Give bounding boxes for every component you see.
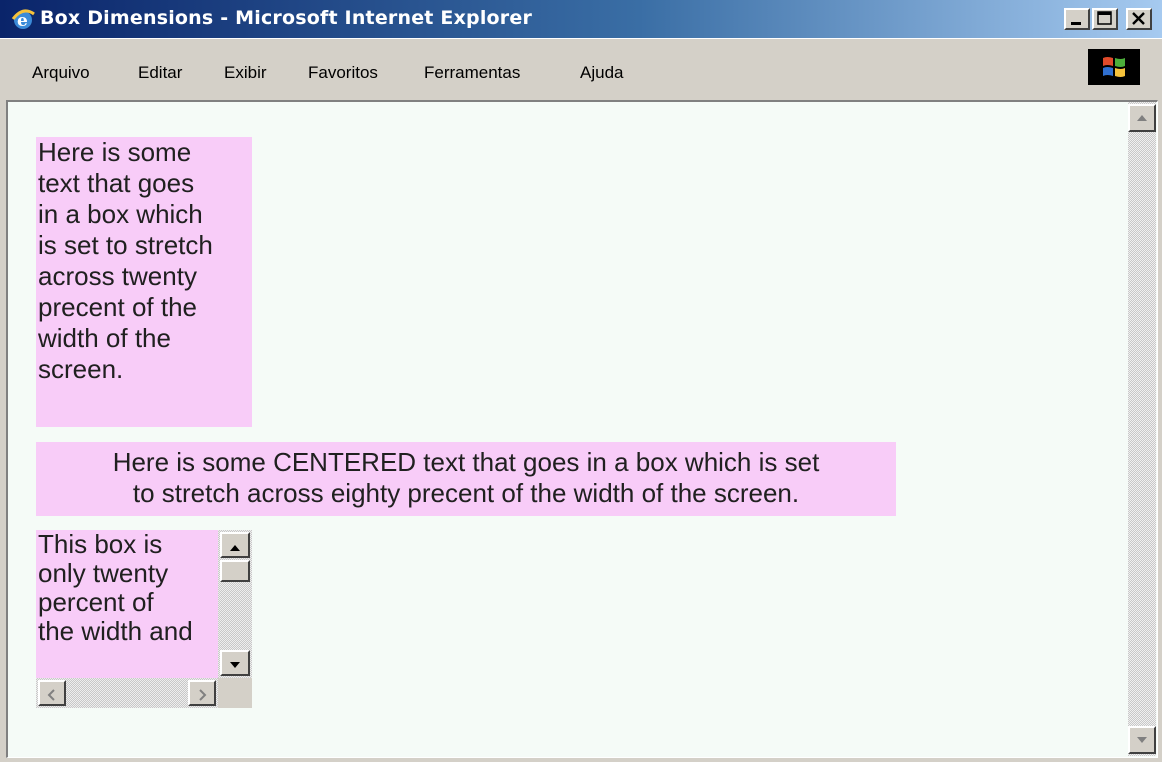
browser-viewport: Here is some text that goes in a box whi… — [6, 100, 1158, 758]
text-line: is set to stretch — [38, 230, 213, 260]
menu-favoritos[interactable]: Favoritos — [308, 63, 378, 83]
arrow-down-icon — [230, 662, 240, 668]
box-vertical-scrollbar[interactable] — [218, 530, 252, 678]
maximize-icon — [1097, 11, 1112, 25]
text-line: screen. — [38, 354, 124, 384]
windows-logo-icon — [1088, 49, 1140, 85]
menu-ajuda[interactable]: Ajuda — [580, 63, 623, 83]
minimize-button[interactable] — [1064, 8, 1090, 30]
text-line: only twenty — [38, 558, 169, 588]
menu-exibir[interactable]: Exibir — [224, 63, 267, 83]
title-bar[interactable]: e Box Dimensions - Microsoft Internet Ex… — [0, 0, 1162, 38]
close-button[interactable] — [1126, 8, 1152, 30]
text-line: width of the — [38, 323, 171, 353]
text-line: percent of — [38, 587, 154, 617]
box-scroll-down-button[interactable] — [220, 650, 250, 676]
text-line: text that goes — [38, 168, 195, 198]
eighty-percent-centered-box: Here is some CENTERED text that goes in … — [36, 442, 896, 516]
menu-ferramentas[interactable]: Ferramentas — [424, 63, 520, 83]
menu-arquivo[interactable]: Arquivo — [32, 63, 90, 83]
menu-editar[interactable]: Editar — [138, 63, 182, 83]
maximize-button[interactable] — [1092, 8, 1118, 30]
text-line: Here is some — [38, 137, 192, 167]
text-line: precent of the — [38, 292, 197, 322]
box-scroll-left-button[interactable] — [38, 680, 66, 706]
text-line: to stretch across eighty precent of the … — [132, 478, 800, 508]
arrow-right-icon — [199, 689, 207, 701]
box-horizontal-scrollbar[interactable] — [36, 678, 218, 708]
ie-icon: e — [11, 9, 35, 31]
scroll-box-text: This box is only twenty percent of the w… — [38, 530, 218, 646]
window-title: Box Dimensions - Microsoft Internet Expl… — [40, 7, 533, 29]
close-icon — [1132, 12, 1145, 25]
text-line: Here is some CENTERED text that goes in … — [112, 447, 820, 477]
page-scroll-down-button[interactable] — [1128, 726, 1156, 754]
box-scroll-up-button[interactable] — [220, 532, 250, 558]
menu-bar: Arquivo Editar Exibir Favoritos Ferramen… — [0, 38, 1162, 98]
arrow-left-icon — [47, 689, 55, 701]
text-line: in a box which — [38, 199, 203, 229]
box-scroll-thumb[interactable] — [220, 560, 250, 582]
arrow-down-icon — [1137, 737, 1147, 743]
arrow-up-icon — [1137, 115, 1147, 121]
scrolling-box[interactable]: This box is only twenty percent of the w… — [36, 530, 252, 708]
scrollbar-corner — [218, 678, 252, 708]
box-scroll-right-button[interactable] — [188, 680, 216, 706]
page-vertical-scrollbar[interactable] — [1128, 102, 1156, 756]
page-scroll-up-button[interactable] — [1128, 104, 1156, 132]
minimize-icon — [1071, 22, 1081, 25]
text-line: across twenty — [38, 261, 197, 291]
twenty-percent-box: Here is some text that goes in a box whi… — [36, 137, 252, 427]
text-line: This box is — [38, 530, 163, 559]
text-line: the width and — [38, 616, 193, 646]
arrow-up-icon — [230, 545, 240, 551]
